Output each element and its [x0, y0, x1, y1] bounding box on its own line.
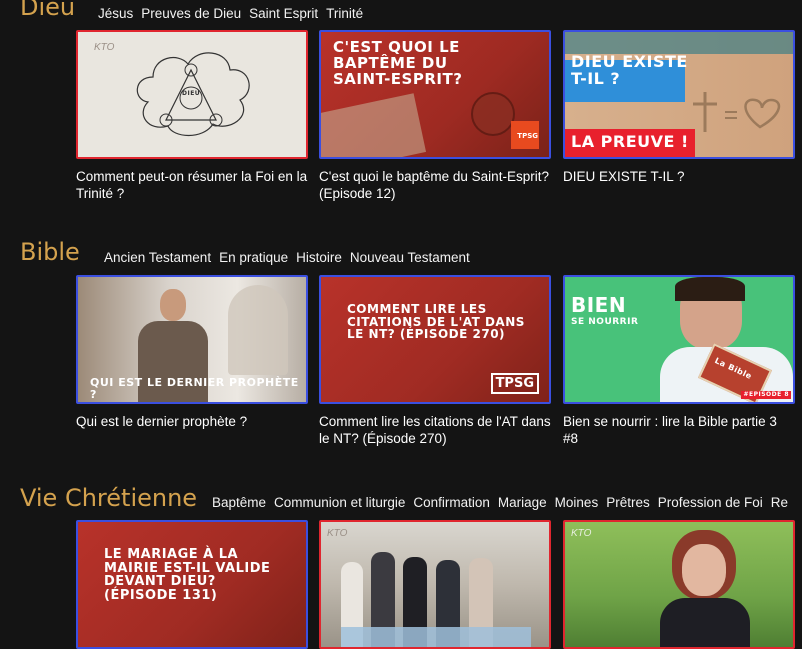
section-title[interactable]: Dieu: [20, 0, 75, 21]
painting-figure: [228, 285, 288, 375]
woman-figure: [660, 530, 750, 647]
kto-logo: KTO: [327, 528, 348, 539]
tag-link[interactable]: Confirmation: [413, 495, 490, 510]
tag-link[interactable]: Re: [771, 495, 788, 510]
section-title[interactable]: Bible: [20, 238, 80, 266]
people-scene: [341, 552, 531, 647]
video-card[interactable]: KTO: [319, 520, 551, 649]
thumbnail-text-2: SE NOURRIR: [571, 317, 639, 327]
tag-link[interactable]: Moines: [555, 495, 599, 510]
thumbnail-text-3: #EPISODE 8: [741, 390, 791, 399]
tag-link[interactable]: Histoire: [296, 250, 342, 265]
thumbnail-label: DIEU: [182, 90, 201, 97]
video-card[interactable]: BIEN SE NOURRIR La Bible #EPISODE 8 Bien…: [563, 275, 795, 447]
video-thumbnail[interactable]: C'EST QUOI LE BAPTÊME DU SAINT-ESPRIT? T…: [319, 30, 551, 159]
video-thumbnail[interactable]: KTO DIEU: [76, 30, 308, 159]
tag-link[interactable]: Preuves de Dieu: [141, 6, 241, 21]
section-title[interactable]: Vie Chrétienne: [20, 484, 197, 512]
thumbnail-text: BIEN: [571, 293, 627, 317]
tag-link[interactable]: Baptême: [212, 495, 266, 510]
thumbnail-text: C'EST QUOI LE BAPTÊME DU SAINT-ESPRIT?: [333, 38, 463, 88]
tag-list: Ancien Testament En pratique Histoire No…: [104, 250, 470, 265]
video-title[interactable]: Qui est le dernier prophète ?: [76, 413, 308, 430]
video-card[interactable]: DIEU EXISTE T-IL ? LA PREUVE ! DIEU EXIS…: [563, 30, 795, 185]
thumbnail-text: COMMENT LIRE LES CITATIONS DE L'AT DANS …: [347, 302, 525, 342]
video-title[interactable]: DIEU EXISTE T-IL ?: [563, 168, 795, 185]
video-card[interactable]: QUI EST LE DERNIER PROPHÈTE ? Qui est le…: [76, 275, 308, 430]
video-thumbnail[interactable]: COMMENT LIRE LES CITATIONS DE L'AT DANS …: [319, 275, 551, 404]
tag-list: Jésus Preuves de Dieu Saint Esprit Trini…: [98, 6, 363, 21]
tag-link[interactable]: En pratique: [219, 250, 288, 265]
tag-link[interactable]: Profession de Foi: [658, 495, 763, 510]
tag-link[interactable]: Communion et liturgie: [274, 495, 405, 510]
tag-list: Baptême Communion et liturgie Confirmati…: [212, 495, 788, 510]
tag-link[interactable]: Mariage: [498, 495, 547, 510]
tag-link[interactable]: Nouveau Testament: [350, 250, 470, 265]
tag-link[interactable]: Ancien Testament: [104, 250, 211, 265]
video-card[interactable]: C'EST QUOI LE BAPTÊME DU SAINT-ESPRIT? T…: [319, 30, 551, 202]
book-decoration: [321, 93, 427, 157]
tag-link[interactable]: Saint Esprit: [249, 6, 318, 21]
video-thumbnail[interactable]: LE MARIAGE À LA MAIRIE EST-IL VALIDE DEV…: [76, 520, 308, 649]
tpsg-logo-text: TPSG: [517, 132, 538, 140]
tpsg-logo: TPSG: [490, 373, 539, 394]
video-thumbnail[interactable]: KTO: [319, 520, 551, 649]
video-card[interactable]: KTO DIEU Comment peut-on résumer la Foi …: [76, 30, 308, 202]
video-title[interactable]: C'est quoi le baptême du Saint-Esprit? (…: [319, 168, 551, 202]
video-title[interactable]: Comment peut-on résumer la Foi en la Tri…: [76, 168, 308, 202]
video-thumbnail[interactable]: BIEN SE NOURRIR La Bible #EPISODE 8: [563, 275, 795, 404]
tag-link[interactable]: Trinité: [326, 6, 363, 21]
video-card[interactable]: LE MARIAGE À LA MAIRIE EST-IL VALIDE DEV…: [76, 520, 308, 649]
thumbnail-text: LE MARIAGE À LA MAIRIE EST-IL VALIDE DEV…: [104, 547, 271, 603]
video-card[interactable]: KTO: [563, 520, 795, 649]
video-thumbnail[interactable]: QUI EST LE DERNIER PROPHÈTE ?: [76, 275, 308, 404]
video-thumbnail[interactable]: KTO: [563, 520, 795, 649]
video-card[interactable]: COMMENT LIRE LES CITATIONS DE L'AT DANS …: [319, 275, 551, 447]
kto-logo: KTO: [571, 528, 592, 539]
thumbnail-text-2: LA PREUVE !: [571, 132, 689, 151]
video-thumbnail[interactable]: DIEU EXISTE T-IL ? LA PREUVE !: [563, 30, 795, 159]
thumbnail-text: QUI EST LE DERNIER PROPHÈTE ?: [90, 376, 299, 401]
video-title[interactable]: Comment lire les citations de l'AT dans …: [319, 413, 551, 447]
tag-link[interactable]: Jésus: [98, 6, 133, 21]
glass-decoration: [471, 92, 515, 136]
tag-link[interactable]: Prêtres: [606, 495, 650, 510]
video-title[interactable]: Bien se nourrir : lire la Bible partie 3…: [563, 413, 795, 447]
